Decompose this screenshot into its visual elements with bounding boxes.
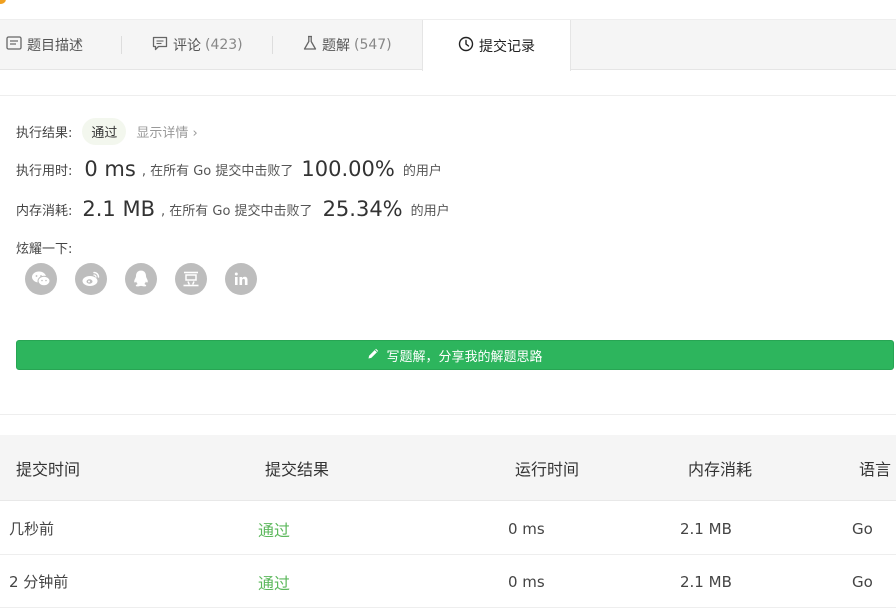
memory-row: 内存消耗: 2.1 MB , 在所有 Go 提交中击败了 25.34% 的用户 — [16, 197, 450, 221]
cell-memory: 2.1 MB — [680, 572, 732, 591]
cell-result-link[interactable]: 通过 — [258, 555, 290, 608]
cell-language: Go — [852, 519, 873, 538]
runtime-percent: 100.00% — [301, 157, 395, 181]
divider — [0, 95, 896, 96]
cell-runtime: 0 ms — [508, 572, 545, 591]
tab-label: 评论 — [173, 38, 201, 54]
tab-separator — [121, 36, 122, 54]
submissions-table-header: 提交时间 提交结果 运行时间 内存消耗 语言 — [0, 435, 896, 501]
cell-language: Go — [852, 572, 873, 591]
runtime-suffix: 的用户 — [402, 163, 442, 179]
memory-percent: 25.34% — [322, 197, 403, 221]
douban-icon[interactable] — [175, 263, 207, 295]
memory-suffix: 的用户 — [410, 203, 450, 219]
tab-separator — [272, 36, 273, 54]
cell-runtime: 0 ms — [508, 519, 545, 538]
cell-submit-time: 几秒前 — [9, 520, 55, 538]
share-label: 炫耀一下: — [16, 242, 73, 257]
tab-label: 题解 — [322, 38, 350, 54]
tab-description[interactable]: 题目描述 — [6, 20, 83, 70]
wechat-icon[interactable] — [25, 263, 57, 295]
write-solution-button[interactable]: 写题解，分享我的解题思路 — [16, 340, 894, 370]
clock-icon — [458, 36, 474, 56]
table-row: 2 分钟前 通过 0 ms 2.1 MB Go — [0, 555, 896, 608]
tab-submissions[interactable]: 提交记录 — [422, 20, 571, 71]
tab-comments[interactable]: 评论 (423) — [152, 20, 243, 70]
cell-memory: 2.1 MB — [680, 519, 732, 538]
tab-solutions[interactable]: 题解 (547) — [303, 20, 392, 70]
share-label-row: 炫耀一下: — [16, 238, 72, 257]
linkedin-icon[interactable] — [225, 263, 257, 295]
divider — [0, 414, 896, 415]
header-language: 语言 — [859, 460, 892, 479]
top-header — [0, 0, 896, 20]
comment-count: (423) — [205, 37, 243, 53]
write-solution-label: 写题解，分享我的解题思路 — [386, 349, 543, 365]
show-details-link[interactable]: 显示详情 › — [136, 122, 197, 141]
runtime-label: 执行用时: — [16, 163, 73, 179]
table-row: 几秒前 通过 0 ms 2.1 MB Go — [0, 502, 896, 555]
memory-value: 2.1 MB — [82, 197, 155, 221]
comment-icon — [152, 36, 168, 55]
header-memory: 内存消耗 — [688, 460, 753, 479]
runtime-row: 执行用时: 0 ms , 在所有 Go 提交中击败了 100.00% 的用户 — [16, 157, 442, 181]
pencil-icon — [367, 347, 380, 364]
result-label: 执行结果: — [16, 126, 73, 141]
runtime-mid-text: , 在所有 Go 提交中击败了 — [141, 163, 294, 179]
status-badge: 通过 — [82, 118, 127, 145]
qq-icon[interactable] — [125, 263, 157, 295]
memory-mid-text: , 在所有 Go 提交中击败了 — [161, 203, 313, 219]
tab-bar: 题目描述 评论 (423) 题解 (547) 提交记录 — [0, 20, 896, 71]
header-submit-time: 提交时间 — [16, 460, 81, 479]
header-runtime: 运行时间 — [515, 460, 580, 479]
description-icon — [6, 36, 22, 54]
header-submit-result: 提交结果 — [265, 460, 330, 479]
tab-label: 题目描述 — [27, 38, 83, 54]
runtime-value: 0 ms — [84, 157, 136, 181]
tab-label: 提交记录 — [479, 38, 535, 55]
share-buttons — [25, 263, 275, 295]
weibo-icon[interactable] — [75, 263, 107, 295]
logo-icon — [0, 0, 6, 4]
flask-icon — [303, 35, 317, 55]
cell-result-link[interactable]: 通过 — [258, 502, 290, 555]
solution-count: (547) — [354, 37, 392, 53]
cell-submit-time: 2 分钟前 — [9, 573, 69, 591]
memory-label: 内存消耗: — [16, 203, 73, 219]
result-row: 执行结果: 通过 显示详情 › — [16, 118, 198, 145]
